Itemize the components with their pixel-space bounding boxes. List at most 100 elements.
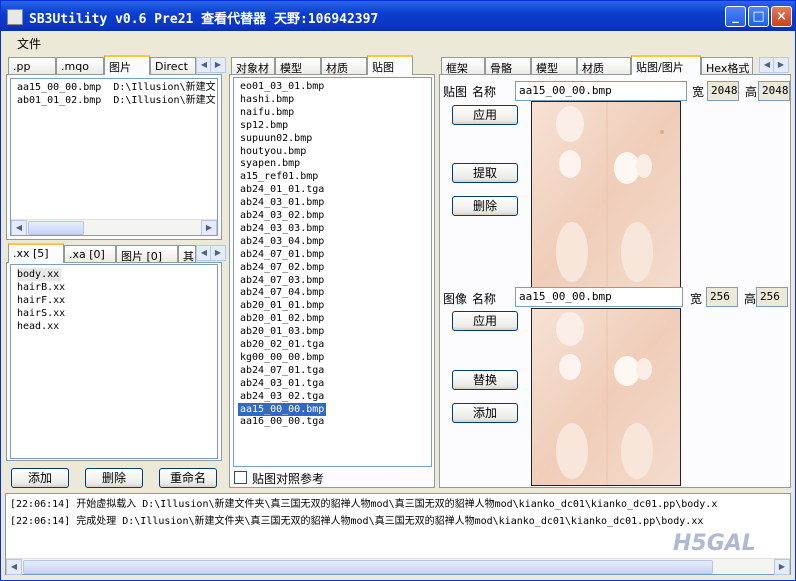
texture-width-field: 2048 — [707, 81, 739, 101]
list-item[interactable]: ab24_07_01.bmp — [238, 248, 326, 261]
list-item[interactable]: aa15_00_00.bmp D:\Illusion\新建文 — [17, 81, 216, 94]
left-bottom-panel: .xx [5] .xa [0] 图片 [0] 其 ◀ ▶ body.xx hai… — [6, 243, 226, 461]
list-item[interactable]: ab24_07_02.bmp — [238, 261, 326, 274]
texture-compare-checkbox[interactable] — [234, 471, 247, 484]
menu-file[interactable]: 文件 — [17, 35, 41, 52]
image-label: 图像 — [443, 292, 468, 306]
texture-label: 贴图 — [443, 85, 468, 99]
list-item[interactable]: houtyou.bmp — [238, 145, 308, 158]
list-item[interactable]: aa15_00_00.bmp — [238, 402, 327, 416]
image-apply-button[interactable]: 应用 — [452, 311, 518, 331]
log-line: [22:06:14] 开始虚拟载入 D:\Illusion\新建文件夹\真三国无… — [10, 499, 718, 510]
tab-object-material[interactable]: 对象材 — [231, 57, 275, 74]
list-item[interactable]: hairB.xx — [17, 281, 65, 294]
list-item[interactable]: ab24_07_01.tga — [238, 364, 326, 377]
list-item[interactable]: ab24_03_02.bmp — [238, 209, 326, 222]
list-item[interactable]: ab24_03_02.tga — [238, 390, 326, 403]
scroll-thumb[interactable] — [28, 221, 84, 235]
tab-texture[interactable]: 贴图 — [367, 55, 413, 75]
list-item[interactable]: ab01_01_02.bmp D:\Illusion\新建文 — [17, 94, 216, 107]
tab-material[interactable]: 材质 — [577, 57, 631, 74]
tab-hex[interactable]: Hex格式 — [701, 57, 753, 74]
log-line: [22:06:14] 完成处理 D:\Illusion\新建文件夹\真三国无双的… — [10, 516, 704, 527]
horizontal-scrollbar[interactable]: ◀ ▶ — [11, 219, 217, 235]
tab-material[interactable]: 材质 — [321, 57, 367, 74]
xx-file-list[interactable]: body.xx hairB.xx hairF.xx hairS.xx head.… — [10, 264, 218, 459]
scroll-right-icon[interactable]: ▶ — [201, 220, 217, 235]
log-horizontal-scrollbar[interactable]: ◀ ▶ — [6, 558, 790, 575]
list-item[interactable]: body.xx — [17, 268, 62, 281]
list-item[interactable]: ab24_03_03.bmp — [238, 222, 326, 235]
scroll-thumb[interactable] — [23, 560, 713, 574]
tab-model[interactable]: 模型 — [531, 57, 577, 74]
maximize-button[interactable]: □ — [748, 6, 769, 27]
texture-list[interactable]: eo01_03_01.bmp hashi.bmp naifu.bmp sp12.bmp… — [233, 77, 432, 467]
list-item[interactable]: naifu.bmp — [238, 106, 296, 119]
list-item[interactable]: ab24_03_04.bmp — [238, 235, 326, 248]
tab-model[interactable]: 模型 — [275, 57, 321, 74]
list-item[interactable]: a15_ref01.bmp — [238, 170, 320, 183]
rename-button[interactable]: 重命名 — [159, 468, 217, 488]
list-item[interactable]: ab20_01_03.bmp — [238, 325, 326, 338]
list-item[interactable]: ab24_07_04.bmp — [238, 286, 326, 299]
list-item[interactable]: eo01_03_01.bmp — [238, 80, 326, 93]
scroll-left-icon[interactable]: ◀ — [6, 559, 22, 575]
add-button[interactable]: 添加 — [11, 468, 69, 488]
tab-images-count[interactable]: 图片 [0] — [116, 245, 178, 262]
extract-button[interactable]: 提取 — [452, 163, 518, 183]
list-item[interactable]: sp12.bmp — [238, 119, 290, 132]
images-tab-body: aa15_00_00.bmp D:\Illusion\新建文 ab01_01_0… — [6, 74, 222, 240]
texture-name-field[interactable]: aa15_00_00.bmp — [515, 81, 687, 101]
tab-direct[interactable]: Direct — [150, 57, 196, 74]
title-bar[interactable]: SB3Utility v0.6 Pre21 查看代替器 天野:106942397… — [1, 1, 795, 31]
list-item[interactable]: ab24_03_01.tga — [238, 377, 326, 390]
list-item[interactable]: aa16_00_00.tga — [238, 415, 326, 428]
texture-preview-image — [531, 101, 681, 289]
list-item[interactable]: ab20_01_02.bmp — [238, 312, 326, 325]
tab-other[interactable]: 其 — [178, 245, 196, 262]
replace-button[interactable]: 替换 — [452, 370, 518, 390]
tab-mqo[interactable]: .mqo — [56, 57, 104, 74]
list-item[interactable]: hairF.xx — [17, 294, 65, 307]
right-panel: 框架 骨骼 模型 材质 贴图/图片 Hex格式 ◀ ▶ 贴图 名称 aa15_0… — [439, 55, 791, 488]
tab-texture-image[interactable]: 贴图/图片 — [631, 55, 701, 75]
tab-images[interactable]: 图片 — [104, 55, 150, 75]
scroll-left-icon[interactable]: ◀ — [11, 220, 27, 235]
tab-scroll-right-icon[interactable]: ▶ — [210, 245, 226, 261]
left-top-panel: .pp .mqo 图片 Direct ◀ ▶ aa15_00_00.bmp D:… — [6, 55, 226, 240]
list-item[interactable]: ab20_02_01.tga — [238, 338, 326, 351]
texture-tab-body: eo01_03_01.bmp hashi.bmp naifu.bmp sp12.bmp… — [229, 74, 435, 488]
list-item[interactable]: syapen.bmp — [238, 157, 302, 170]
texture-apply-button[interactable]: 应用 — [452, 105, 518, 125]
watermark-logo: H5GAL — [673, 531, 756, 556]
texture-image-tab-body: 贴图 名称 aa15_00_00.bmp 宽 2048 高 2048 应用 提取… — [439, 74, 791, 488]
list-item[interactable]: head.xx — [17, 320, 59, 333]
list-item[interactable]: kg00_00_00.bmp — [238, 351, 326, 364]
tab-xx[interactable]: .xx [5] — [8, 243, 64, 263]
minimize-button[interactable]: _ — [725, 6, 746, 27]
list-item[interactable]: ab20_01_01.bmp — [238, 299, 326, 312]
list-item[interactable]: ab24_07_03.bmp — [238, 274, 326, 287]
image-height-field: 256 — [756, 287, 788, 307]
tab-bone[interactable]: 骨骼 — [485, 57, 531, 74]
image-name-field[interactable]: aa15_00_00.bmp — [515, 287, 683, 307]
list-item[interactable]: ab24_03_01.bmp — [238, 196, 326, 209]
texture-delete-button[interactable]: 删除 — [452, 196, 518, 216]
tab-scroll-right-icon[interactable]: ▶ — [210, 57, 226, 73]
list-item[interactable]: hashi.bmp — [238, 93, 296, 106]
image-add-button[interactable]: 添加 — [452, 403, 518, 423]
texture-height-label: 高 — [745, 85, 758, 99]
list-item[interactable]: ab24_01_01.tga — [238, 183, 326, 196]
images-list[interactable]: aa15_00_00.bmp D:\Illusion\新建文 ab01_01_0… — [10, 78, 218, 236]
main-window: SB3Utility v0.6 Pre21 查看代替器 天野:106942397… — [0, 0, 796, 581]
list-item[interactable]: supuun02.bmp — [238, 132, 314, 145]
tab-frame[interactable]: 框架 — [441, 57, 485, 74]
tab-pp[interactable]: .pp — [8, 57, 56, 74]
scroll-right-icon[interactable]: ▶ — [774, 559, 790, 575]
close-button[interactable]: × — [771, 6, 792, 27]
tab-xa[interactable]: .xa [0] — [64, 245, 116, 262]
delete-button[interactable]: 删除 — [85, 468, 143, 488]
tab-scroll-right-icon[interactable]: ▶ — [773, 57, 789, 73]
list-item[interactable]: hairS.xx — [17, 307, 65, 320]
menu-bar: 文件 — [1, 31, 795, 53]
